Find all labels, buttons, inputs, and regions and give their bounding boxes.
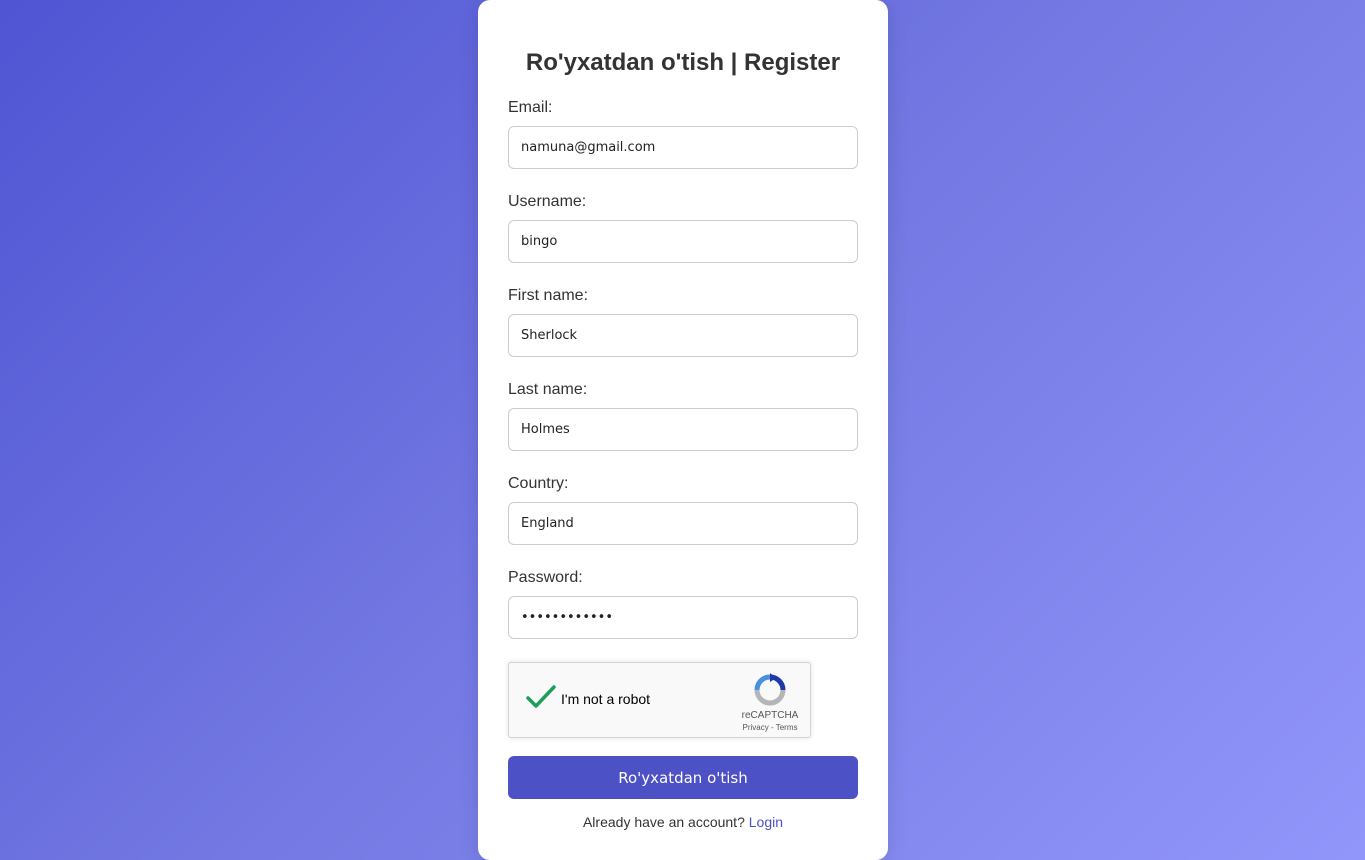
email-field-group: Email: (508, 98, 858, 169)
email-label: Email: (508, 99, 553, 116)
country-input[interactable] (508, 502, 858, 545)
login-prompt-text: Already have an account? (582, 814, 745, 830)
register-card: Ro'yxatdan o'tish | Register Email: User… (478, 0, 888, 860)
recaptcha-separator: - (768, 723, 776, 732)
first-name-field-group: First name: (508, 286, 858, 357)
register-button[interactable]: Ro'yxatdan o'tish (508, 756, 858, 799)
password-field-group: Password: (508, 568, 858, 639)
recaptcha-brand: reCAPTCHA (741, 710, 799, 721)
recaptcha-legal: Privacy - Terms (729, 723, 811, 732)
last-name-label: Last name: (508, 381, 588, 398)
recaptcha-privacy-link[interactable]: Privacy (743, 723, 769, 732)
page-title: Ro'yxatdan o'tish | Register (525, 49, 841, 76)
username-label: Username: (508, 193, 587, 210)
last-name-field-group: Last name: (508, 380, 858, 451)
recaptcha-checkbox[interactable] (525, 683, 559, 713)
recaptcha-logo-icon (754, 673, 786, 706)
recaptcha-terms-link[interactable]: Terms (776, 723, 798, 732)
first-name-label: First name: (508, 287, 589, 304)
last-name-input[interactable] (508, 408, 858, 451)
password-input[interactable] (508, 596, 858, 639)
login-prompt: Already have an account? Login (478, 814, 888, 830)
recaptcha-widget: I'm not a robot reCAPTCHA Privacy - Term… (508, 662, 811, 738)
first-name-input[interactable] (508, 314, 858, 357)
country-field-group: Country: (508, 474, 858, 545)
country-label: Country: (508, 475, 569, 492)
login-link[interactable]: Login (749, 814, 783, 830)
username-input[interactable] (508, 220, 858, 263)
username-field-group: Username: (508, 192, 858, 263)
password-label: Password: (508, 569, 583, 586)
email-input[interactable] (508, 126, 858, 169)
checkmark-icon (526, 685, 556, 708)
recaptcha-label: I'm not a robot (561, 691, 651, 707)
